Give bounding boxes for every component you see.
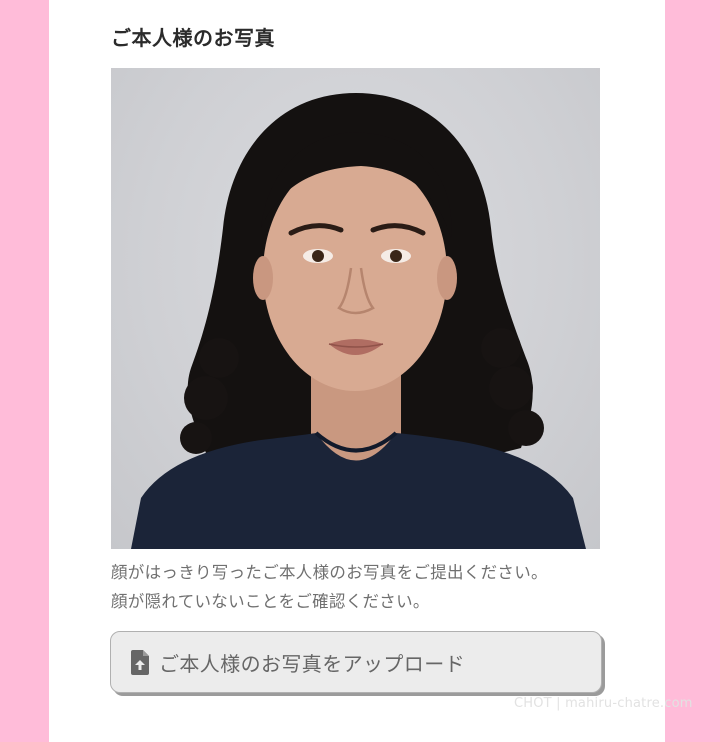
- instruction-line-1: 顔がはっきり写ったご本人様のお写真をご提出ください。: [111, 563, 548, 582]
- watermark: CHOT | mahiru-chatre.com: [514, 696, 693, 711]
- file-upload-icon: [130, 649, 150, 675]
- photo-instructions: 顔がはっきり写ったご本人様のお写真をご提出ください。 顔が隠れていないことをご確…: [111, 558, 548, 616]
- upload-button-label: ご本人様のお写真をアップロード: [159, 651, 465, 676]
- content-panel: ご本人様のお写真 顔がはっきり写ったご本人様のお写真をご提出ください。 顔が隠れ…: [49, 0, 665, 742]
- upload-photo-button[interactable]: ご本人様のお写真をアップロード: [110, 631, 602, 693]
- section-title: ご本人様のお写真: [111, 26, 275, 50]
- instruction-line-2: 顔が隠れていないことをご確認ください。: [111, 592, 430, 611]
- portrait-illustration: [131, 93, 586, 549]
- profile-photo: [111, 68, 600, 549]
